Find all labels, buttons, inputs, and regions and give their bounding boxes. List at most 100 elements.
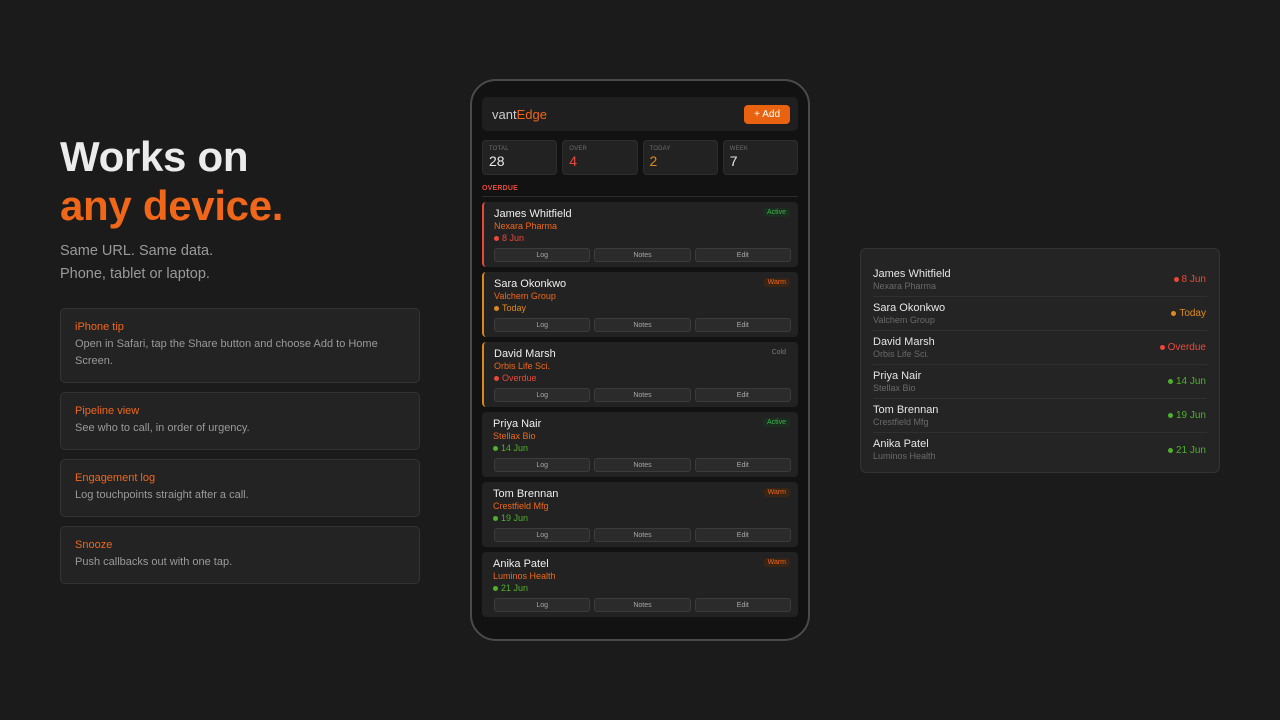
contact-name: Tom Brennan <box>873 403 939 416</box>
contact-due-date: 8 Jun <box>1181 274 1206 285</box>
phone-mockup: vantEdge + Add TOTAL 28 OVER 4 TODAY 2 W… <box>470 79 810 641</box>
contact-name: Anika Patel <box>493 558 549 570</box>
contact-company: Orbis Life Sci. <box>873 348 930 359</box>
contact-due-date: 19 Jun <box>501 513 529 523</box>
contact-row[interactable]: James Whitfield Nexara Pharma 8 Jun <box>873 263 1207 297</box>
contact-due-date: Overdue <box>502 373 537 383</box>
notes-button[interactable]: Notes <box>594 598 691 612</box>
contact-card[interactable]: Sara Okonkwo Valchem Group Today Warm Log Not… <box>482 272 798 337</box>
contact-name: David Marsh <box>873 335 935 348</box>
contact-name: Anika Patel <box>873 438 929 450</box>
contact-card[interactable]: Priya Nair Stellax Bio 14 Jun Active Log Note… <box>482 412 798 477</box>
feature-card-engagement-log: Engagement log Log touchpoints straight … <box>60 459 420 517</box>
contact-card[interactable]: Anika Patel Luminos Health 21 Jun Warm Log No… <box>482 552 798 617</box>
status-badge: Warm <box>763 488 790 497</box>
contact-info: James Whitfield Nexara Pharma <box>873 268 951 292</box>
log-button[interactable]: Log <box>494 388 591 402</box>
log-button[interactable]: Log <box>494 248 591 262</box>
contact-due: 8 Jun <box>1173 274 1206 285</box>
contact-row[interactable]: Tom Brennan Crestfield Mfg 19 Jun <box>873 399 1207 433</box>
contact-row[interactable]: Anika Patel Luminos Health 21 Jun <box>873 433 1207 467</box>
notes-button[interactable]: Notes <box>594 388 691 402</box>
stat-total[interactable]: TOTAL 28 <box>482 140 558 175</box>
feature-desc: Push callbacks out with one tap. <box>75 556 233 568</box>
contact-due: Overdue <box>1159 342 1206 353</box>
log-button[interactable]: Log <box>494 528 591 542</box>
status-dot-icon <box>494 236 499 241</box>
contact-name: Priya Nair <box>873 369 922 382</box>
contact-company: Stellax Bio <box>873 382 916 393</box>
contact-info: David Marsh Orbis Life Sci. <box>873 336 935 360</box>
edit-button[interactable]: Edit <box>694 598 791 612</box>
contact-info: Anika Patel Luminos Health <box>873 438 936 462</box>
hero-title-line2: any device. <box>60 182 284 229</box>
feature-desc: Open in Safari, tap the Share button and… <box>75 338 378 367</box>
edit-button[interactable]: Edit <box>694 248 791 262</box>
log-button[interactable]: Log <box>494 318 591 332</box>
contact-card[interactable]: David Marsh Orbis Life Sci. Overdue Cold Log… <box>482 342 798 407</box>
app-logo: vantEdge <box>492 107 547 122</box>
stat-value: 2 <box>649 153 658 169</box>
contact-due-date: 8 Jun <box>502 233 525 243</box>
status-dot-icon <box>1159 345 1165 350</box>
status-dot-icon <box>1167 447 1173 453</box>
status-dot-icon <box>493 516 498 521</box>
contact-company: Valchem Group <box>494 291 556 301</box>
stat-label: OVER <box>569 146 588 152</box>
contact-row[interactable]: David Marsh Orbis Life Sci. Overdue <box>873 331 1207 365</box>
contact-row[interactable]: Priya Nair Stellax Bio 14 Jun <box>873 365 1207 399</box>
log-button[interactable]: Log <box>494 598 591 612</box>
hero-subtitle: Same URL. Same data. Phone, tablet or la… <box>60 240 440 286</box>
stat-today[interactable]: TODAY 2 <box>642 140 718 175</box>
status-badge: Warm <box>763 278 790 287</box>
edit-button[interactable]: Edit <box>694 318 791 332</box>
status-badge: Cold <box>771 349 786 356</box>
contact-info: Tom Brennan Crestfield Mfg <box>873 404 938 428</box>
contact-company: Crestfield Mfg <box>873 416 929 427</box>
brand-part-2: Edge <box>516 106 547 122</box>
contact-name: Tom Brennan <box>493 488 559 500</box>
section-label-overdue: OVERDUE <box>482 185 798 197</box>
contact-due: 19 Jun <box>493 512 790 525</box>
contact-company: Nexara Pharma <box>494 221 558 231</box>
edit-button[interactable]: Edit <box>694 528 791 542</box>
contact-name: James Whitfield <box>494 208 572 220</box>
status-dot-icon <box>1173 277 1179 282</box>
hero: Works on any device. Same URL. Same data… <box>60 132 440 286</box>
notes-button[interactable]: Notes <box>594 248 691 262</box>
feature-title: Engagement log <box>75 472 156 484</box>
hero-subtitle-line1: Same URL. Same data. <box>60 243 214 259</box>
card-actions: Log Notes Edit <box>494 248 791 262</box>
status-dot-icon <box>494 306 499 311</box>
status-dot-icon <box>493 446 498 451</box>
add-button[interactable]: + Add <box>744 104 790 124</box>
status-dot-icon <box>1167 379 1173 384</box>
contact-due-date: 21 Jun <box>501 583 529 593</box>
contact-company: Luminos Health <box>493 571 556 581</box>
card-actions: Log Notes Edit <box>494 528 791 542</box>
edit-button[interactable]: Edit <box>694 458 791 472</box>
card-actions: Log Notes Edit <box>494 388 791 402</box>
app-header: vantEdge + Add <box>482 97 798 131</box>
feature-title: Snooze <box>75 539 113 551</box>
edit-button[interactable]: Edit <box>694 388 791 402</box>
hero-title-line1: Works on <box>60 133 249 180</box>
stats-row: TOTAL 28 OVER 4 TODAY 2 WEEK 7 <box>482 140 798 175</box>
log-button[interactable]: Log <box>494 458 591 472</box>
contact-card[interactable]: James Whitfield Nexara Pharma 8 Jun Active L… <box>482 202 798 267</box>
contact-company: Nexara Pharma <box>873 280 937 291</box>
stat-label: WEEK <box>729 146 749 152</box>
contact-card[interactable]: Tom Brennan Crestfield Mfg 19 Jun Warm Log No… <box>482 482 798 547</box>
contact-due-date: 19 Jun <box>1175 410 1206 421</box>
phone-screen: vantEdge + Add TOTAL 28 OVER 4 TODAY 2 W… <box>482 97 798 622</box>
status-dot-icon <box>493 586 498 591</box>
desktop-contact-list: James Whitfield Nexara Pharma 8 Jun Sara Ok… <box>860 248 1220 473</box>
notes-button[interactable]: Notes <box>594 458 691 472</box>
contact-due: 14 Jun <box>493 442 790 455</box>
stat-overdue[interactable]: OVER 4 <box>562 140 638 175</box>
notes-button[interactable]: Notes <box>594 528 691 542</box>
stat-value: 7 <box>729 153 738 169</box>
stat-week[interactable]: WEEK 7 <box>722 140 798 175</box>
notes-button[interactable]: Notes <box>594 318 691 332</box>
contact-row[interactable]: Sara Okonkwo Valchem Group Today <box>873 297 1207 331</box>
